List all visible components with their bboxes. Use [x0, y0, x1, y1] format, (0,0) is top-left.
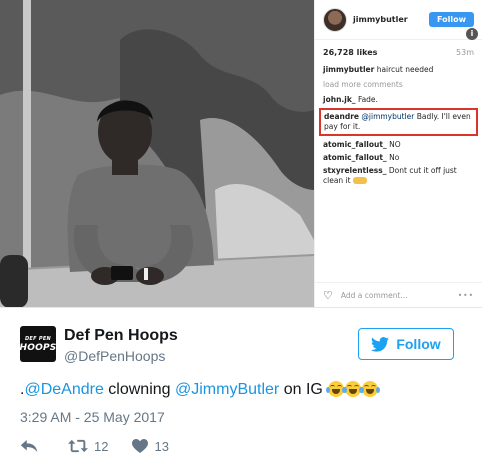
comment-user: atomic_fallout_	[323, 153, 387, 162]
comment-user: john.jk_	[323, 95, 356, 104]
like-count: 13	[154, 438, 169, 454]
instagram-comments: 26,728 likes 53m jimmybutler haircut nee…	[315, 40, 482, 186]
tears-of-joy-emoji-icon	[360, 381, 381, 397]
comment-user: deandre	[324, 112, 360, 121]
comment-mention: @jimmybutler	[361, 112, 415, 121]
tears-of-joy-emoji-icon	[343, 381, 364, 397]
instagram-screenshot: jimmybutler Follow i 26,728 likes 53m ji…	[0, 0, 482, 308]
comment-user: atomic_fallout_	[323, 140, 387, 149]
instagram-likes: 26,728 likes	[323, 48, 378, 57]
tweet-text: .@DeAndre clowning @JimmyButler on IG	[20, 381, 381, 399]
comment-text: Fade.	[357, 95, 378, 104]
tweet-author-row: DEF PEN HOOPS Def Pen Hoops @DefPenHoops…	[20, 326, 462, 370]
heart-icon	[132, 439, 149, 453]
comment-text: NO	[389, 140, 401, 149]
instagram-username: jimmybutler	[353, 15, 408, 24]
comment-user: stxyrelentless_	[323, 166, 387, 175]
author-avatar[interactable]: DEF PEN HOOPS	[20, 326, 56, 362]
comment: stxyrelentless_ Dont cut it off just cle…	[323, 166, 474, 186]
tears-of-joy-emoji-icon	[326, 381, 347, 397]
photo-illustration	[0, 0, 314, 307]
tweet-timestamp[interactable]: 3:29 AM - 25 May 2017	[20, 409, 165, 425]
follow-button[interactable]: Follow	[358, 328, 454, 360]
caption-user: jimmybutler	[323, 65, 375, 74]
retweet-icon	[68, 439, 88, 453]
instagram-side-panel: jimmybutler Follow i 26,728 likes 53m ji…	[314, 0, 482, 307]
caption-text: haircut needed	[376, 65, 434, 74]
author-handle[interactable]: @DefPenHoops	[64, 348, 165, 364]
hands-emoji-icon	[352, 177, 367, 184]
load-more-comments: load more comments	[323, 80, 403, 89]
reply-button[interactable]	[20, 439, 44, 453]
instagram-post-header: jimmybutler Follow i	[315, 0, 482, 40]
comment: atomic_fallout_ NO	[323, 140, 474, 150]
retweet-count: 12	[94, 438, 109, 454]
instagram-avatar	[323, 7, 347, 32]
instagram-add-comment: Add a comment...	[340, 291, 408, 300]
retweet-button[interactable]: 12	[68, 439, 108, 454]
more-options-icon: •••	[457, 291, 474, 300]
instagram-time: 53m	[456, 48, 474, 57]
instagram-caption: jimmybutler haircut needed	[323, 65, 474, 75]
instagram-footer: ♡ Add a comment... •••	[315, 282, 482, 307]
author-name[interactable]: Def Pen Hoops	[64, 327, 178, 345]
follow-label: Follow	[396, 336, 441, 352]
comment: atomic_fallout_ No	[323, 153, 474, 163]
mention-jimmybutler[interactable]: @JimmyButler	[175, 381, 279, 398]
instagram-follow-button: Follow	[428, 12, 474, 27]
tweet-actions: 12 13	[20, 436, 193, 456]
info-icon: i	[466, 28, 478, 40]
instagram-heart-icon: ♡	[323, 289, 333, 302]
comment: john.jk_ Fade.	[323, 95, 474, 105]
avatar-text-bottom: HOOPS	[19, 343, 57, 353]
instagram-likes-row: 26,728 likes 53m	[323, 48, 474, 57]
mention-deandre[interactable]: @DeAndre	[24, 381, 103, 398]
instagram-photo	[0, 0, 314, 307]
twitter-bird-icon	[371, 336, 390, 352]
like-button[interactable]: 13	[132, 438, 169, 454]
text-mid: clowning	[103, 381, 175, 398]
highlighted-comment: deandre @jimmybutler Badly. I'll even pa…	[319, 108, 478, 136]
reply-icon	[20, 440, 38, 452]
text-after: on IG	[279, 381, 328, 398]
comment-text: No	[389, 153, 400, 162]
